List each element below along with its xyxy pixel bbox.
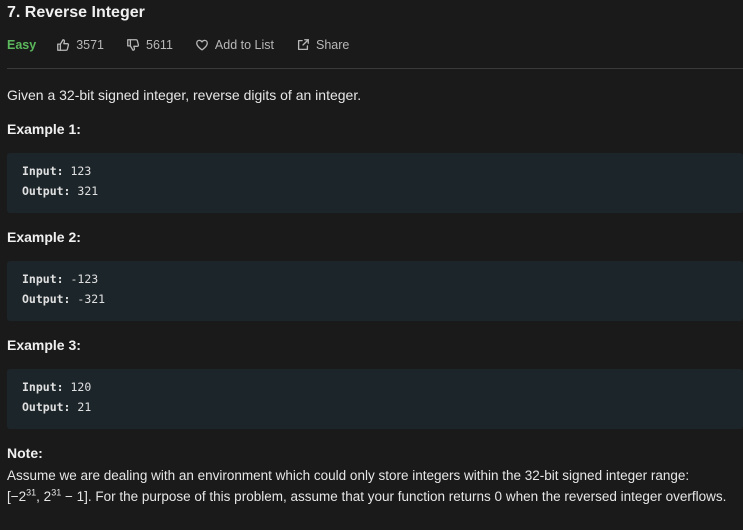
range-exponent-1: 31 [26,487,37,498]
like-button[interactable]: 3571 [56,38,104,52]
heart-icon [196,39,208,51]
example-3-input-label: Input: [22,380,64,394]
example-2-title: Example 2: [7,229,81,245]
note-line-1: Assume we are dealing with an environmen… [7,468,690,483]
problem-title: 7. Reverse Integer [7,4,145,21]
example-1-output: 321 [77,184,99,198]
range-close: − 1] [61,489,88,504]
like-count: 3571 [76,38,105,52]
example-1-title: Example 1: [7,121,81,137]
problem-description: Given a 32-bit signed integer, reverse d… [7,87,362,103]
example-3-output-label: Output: [22,400,71,414]
note-line-2: . For the purpose of this problem, assum… [87,489,727,504]
dislike-button[interactable]: 5611 [126,38,173,52]
example-3-code-block: Input: 120 Output: 21 [7,369,743,429]
example-2-input-label: Input: [22,272,64,286]
example-2-output-label: Output: [22,292,71,306]
problem-meta-bar: Easy 3571 5611 Add to List Share [7,36,371,54]
add-to-list-label: Add to List [214,38,274,52]
example-3-title: Example 3: [7,337,81,353]
thumbs-down-icon [127,39,140,51]
share-icon [297,39,309,51]
divider [7,68,743,69]
example-1-input-label: Input: [22,164,64,178]
example-1-code-block: Input: 123 Output: 321 [7,153,743,213]
share-label: Share [315,38,350,52]
note-title: Note: [7,445,43,461]
thumbs-up-icon [57,39,70,51]
example-2-output: -321 [77,292,106,306]
example-3-input: 120 [70,380,92,394]
example-1-input: 123 [70,164,92,178]
problem-page: 7. Reverse Integer Easy 3571 5611 Add to… [0,0,743,530]
difficulty-badge: Easy [7,38,37,52]
range-exponent-2: 31 [51,487,62,498]
example-1-output-label: Output: [22,184,71,198]
example-3-output: 21 [77,400,92,414]
add-to-list-button[interactable]: Add to List [195,38,274,52]
dislike-count: 5611 [146,38,173,52]
share-button[interactable]: Share [296,38,349,52]
range-mid: , 2 [36,489,52,504]
range-open: [−2 [7,489,27,504]
note-text: Assume we are dealing with an environmen… [7,465,735,507]
example-2-code-block: Input: -123 Output: -321 [7,261,743,321]
example-2-input: -123 [70,272,99,286]
